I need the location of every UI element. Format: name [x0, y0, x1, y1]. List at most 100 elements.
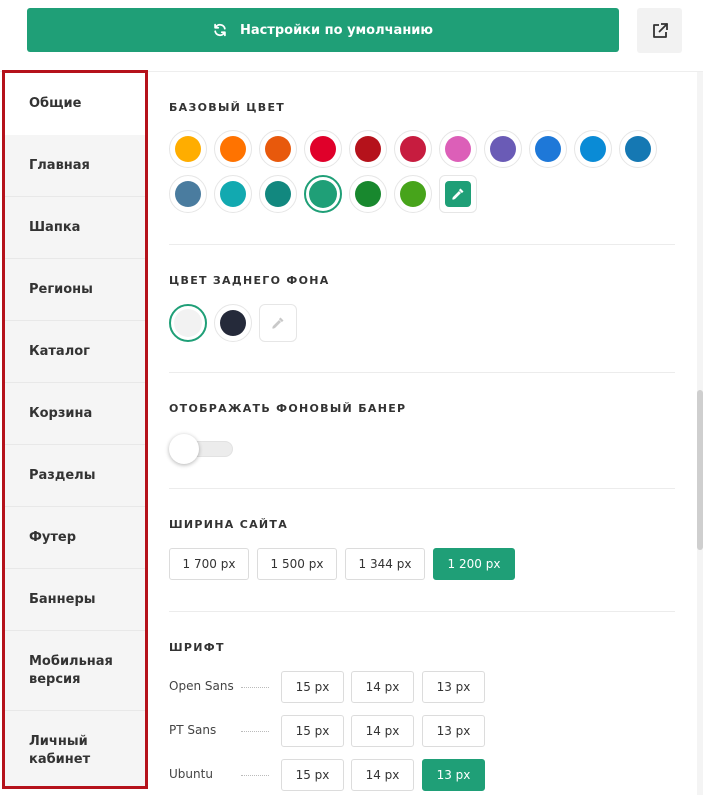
reset-defaults-button[interactable]: Настройки по умолчанию — [27, 8, 619, 52]
font-size-option[interactable]: 14 px — [351, 759, 414, 791]
sidebar-item-general[interactable]: Общие — [5, 73, 145, 135]
font-size-option[interactable]: 14 px — [351, 671, 414, 703]
color-swatch-dot — [580, 136, 606, 162]
sidebar-item-label: Шапка — [29, 219, 81, 235]
color-swatch[interactable] — [169, 304, 207, 342]
color-swatch-dot — [625, 136, 651, 162]
font-title: ШРИФТ — [169, 641, 225, 654]
sidebar-item-footer[interactable]: Футер — [5, 507, 145, 569]
color-swatch-dot — [220, 181, 246, 207]
sidebar-item-label: Корзина — [29, 405, 93, 421]
font-size-option[interactable]: 14 px — [351, 715, 414, 747]
font-size-option[interactable]: 15 px — [281, 759, 344, 791]
site-width-title: ШИРИНА САЙТА — [169, 518, 289, 531]
sidebar-item-sections[interactable]: Разделы — [5, 445, 145, 507]
color-swatch[interactable] — [349, 130, 387, 168]
scrollbar[interactable] — [697, 72, 703, 795]
bg-banner-toggle[interactable] — [169, 434, 233, 464]
color-picker-button[interactable] — [259, 304, 297, 342]
color-swatch[interactable] — [214, 175, 252, 213]
site-width-option[interactable]: 1 344 px — [345, 548, 425, 580]
site-width-option[interactable]: 1 500 px — [257, 548, 337, 580]
font-size-option[interactable]: 13 px — [422, 759, 485, 791]
font-size-option[interactable]: 13 px — [422, 671, 485, 703]
color-swatch-dot — [400, 136, 426, 162]
share-button[interactable] — [637, 8, 682, 53]
reset-defaults-label: Настройки по умолчанию — [239, 22, 434, 38]
sidebar-item-label: Разделы — [29, 467, 96, 483]
color-swatch[interactable] — [259, 175, 297, 213]
color-swatch[interactable] — [349, 175, 387, 213]
eyedropper-icon — [265, 310, 291, 336]
sidebar-item-account[interactable]: Личный кабинет — [5, 711, 145, 791]
sidebar-item-header[interactable]: Шапка — [5, 197, 145, 259]
sidebar-item-label: Общие — [29, 95, 82, 111]
sidebar-item-cart[interactable]: Корзина — [5, 383, 145, 445]
font-size-option[interactable]: 15 px — [281, 671, 344, 703]
section-divider — [169, 611, 675, 612]
font-name-label: Open Sans — [169, 679, 234, 693]
dotted-leader — [241, 731, 269, 732]
sidebar-item-main[interactable]: Главная — [5, 135, 145, 197]
color-swatch-dot — [445, 136, 471, 162]
font-name-label: Ubuntu — [169, 767, 213, 781]
color-swatch[interactable] — [214, 130, 252, 168]
color-swatch[interactable] — [394, 130, 432, 168]
sidebar-item-mobile[interactable]: Мобильная версия — [5, 631, 145, 711]
sidebar-item-label: Баннеры — [29, 591, 96, 607]
color-swatch-dot — [400, 181, 426, 207]
settings-sidebar: Общие Главная Шапка Регионы Каталог Корз… — [2, 70, 148, 789]
sidebar-item-regions[interactable]: Регионы — [5, 259, 145, 321]
site-width-option[interactable]: 1 700 px — [169, 548, 249, 580]
font-size-option[interactable]: 13 px — [422, 715, 485, 747]
sidebar-item-label: Главная — [29, 157, 90, 173]
color-swatch-dot — [265, 181, 291, 207]
color-swatch-dot — [355, 136, 381, 162]
color-swatch-dot — [535, 136, 561, 162]
section-divider — [169, 244, 675, 245]
dotted-leader — [241, 687, 269, 688]
dotted-leader — [241, 775, 269, 776]
color-swatch-dot — [355, 181, 381, 207]
sidebar-item-label: Регионы — [29, 281, 93, 297]
color-swatch-dot — [175, 136, 201, 162]
sidebar-item-catalog[interactable]: Каталог — [5, 321, 145, 383]
color-swatch-dot — [265, 136, 291, 162]
color-swatch-dot — [309, 180, 337, 208]
font-size-option[interactable]: 15 px — [281, 715, 344, 747]
color-swatch-dot — [175, 181, 201, 207]
color-swatch[interactable] — [304, 130, 342, 168]
color-picker-button[interactable] — [439, 175, 477, 213]
color-swatch-dot — [174, 309, 202, 337]
site-width-option[interactable]: 1 200 px — [433, 548, 515, 580]
color-swatch[interactable] — [439, 130, 477, 168]
scrollbar-thumb[interactable] — [697, 390, 703, 550]
font-name-label: PT Sans — [169, 723, 217, 737]
sidebar-item-label: Личный кабинет — [29, 734, 91, 767]
color-swatch[interactable] — [259, 130, 297, 168]
sidebar-item-banners[interactable]: Баннеры — [5, 569, 145, 631]
color-swatch[interactable] — [169, 175, 207, 213]
color-swatch[interactable] — [214, 304, 252, 342]
top-toolbar: Настройки по умолчанию — [0, 0, 703, 72]
sidebar-item-label: Мобильная версия — [29, 653, 113, 687]
color-swatch-dot — [220, 136, 246, 162]
color-swatch[interactable] — [484, 130, 522, 168]
base-color-title: БАЗОВЫЙ ЦВЕТ — [169, 101, 286, 114]
color-swatch[interactable] — [169, 130, 207, 168]
color-swatch-dot — [490, 136, 516, 162]
sidebar-item-label: Футер — [29, 529, 77, 545]
color-swatch-dot — [220, 310, 246, 336]
color-swatch[interactable] — [394, 175, 432, 213]
color-swatch[interactable] — [529, 130, 567, 168]
color-swatch[interactable] — [619, 130, 657, 168]
color-swatch[interactable] — [304, 175, 342, 213]
sidebar-item-label: Каталог — [29, 343, 90, 359]
bg-color-title: ЦВЕТ ЗАДНЕГО ФОНА — [169, 274, 330, 287]
eyedropper-icon — [445, 181, 471, 207]
color-swatch[interactable] — [574, 130, 612, 168]
color-swatch-dot — [310, 136, 336, 162]
section-divider — [169, 372, 675, 373]
share-icon — [652, 22, 668, 38]
section-divider — [169, 488, 675, 489]
